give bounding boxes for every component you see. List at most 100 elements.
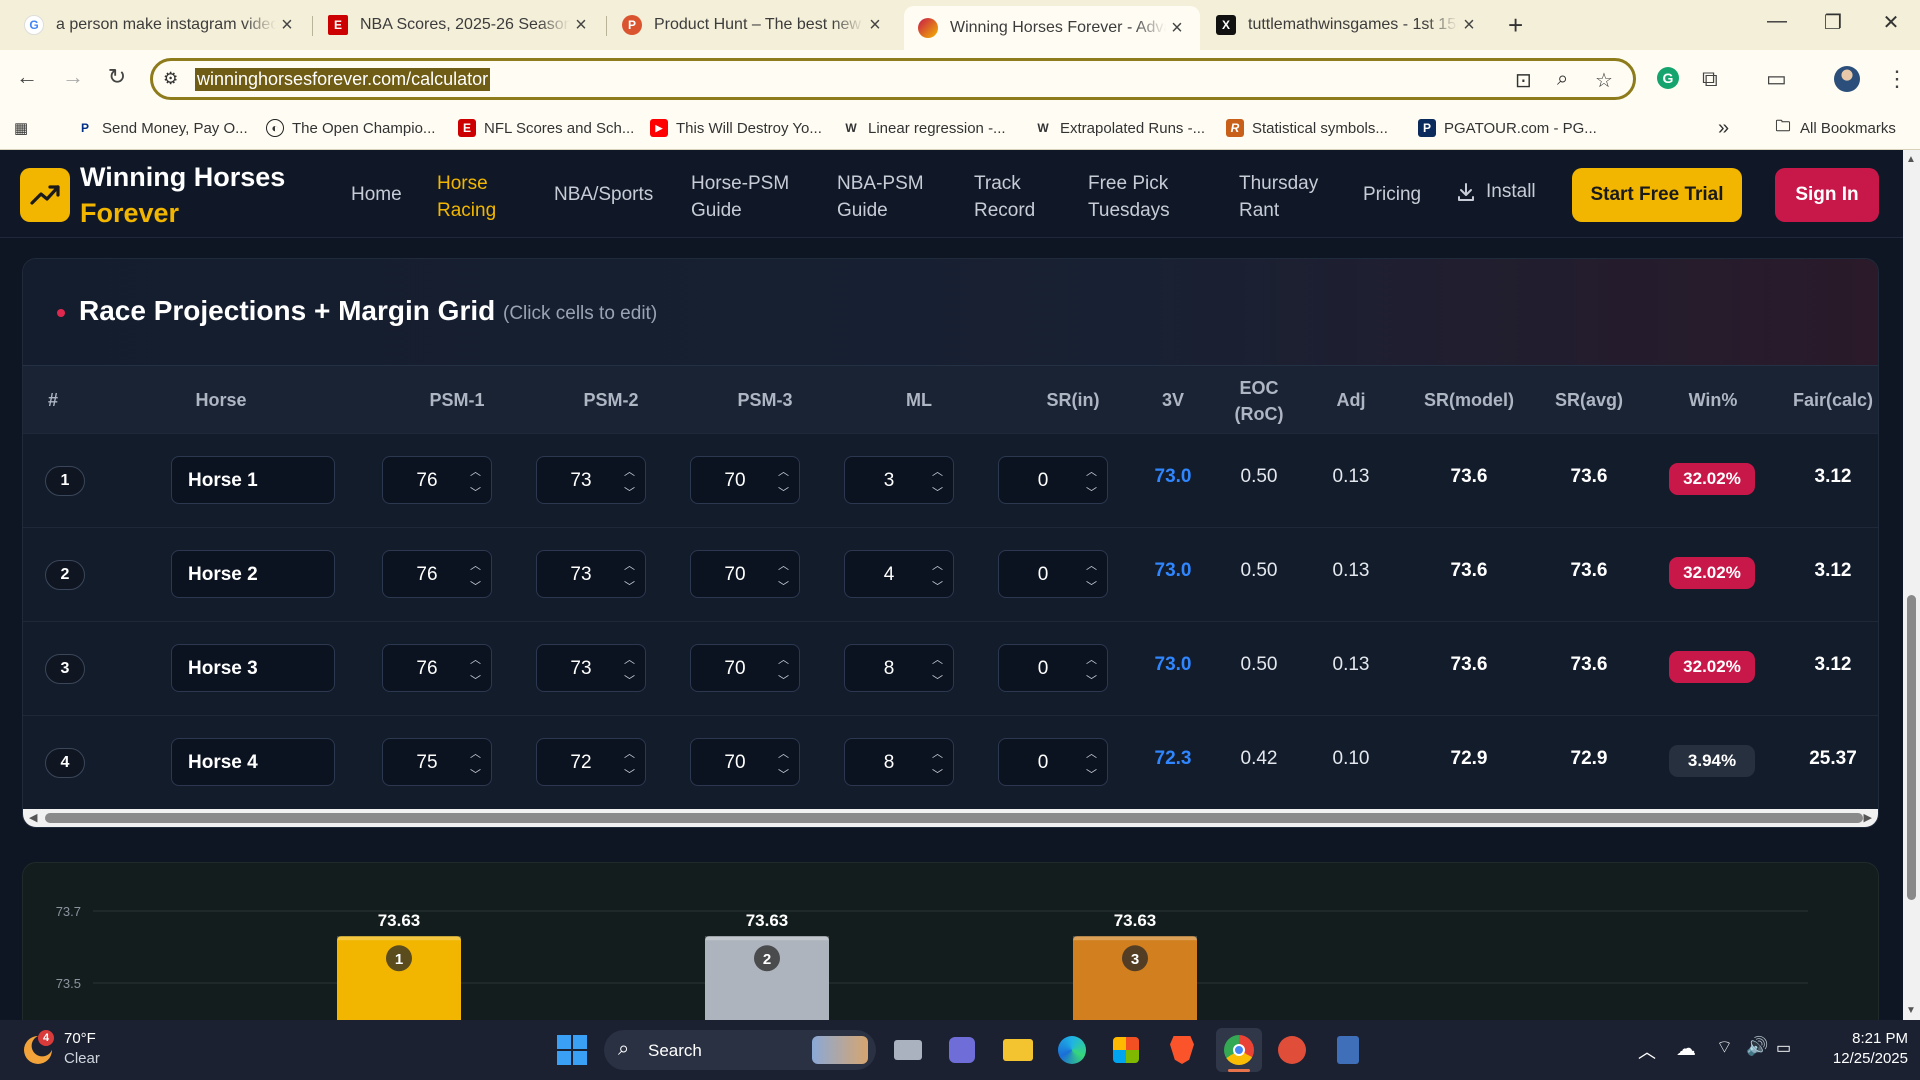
office-icon[interactable]	[1276, 1034, 1308, 1066]
chevron-down-icon[interactable]: ﹀	[624, 766, 635, 782]
browser-tab[interactable]: G a person make instagram video ×	[10, 8, 310, 42]
chevron-down-icon[interactable]: ﹀	[932, 578, 943, 594]
table-horizontal-scrollbar[interactable]: ◀ ▶	[23, 809, 1878, 827]
chevron-up-icon[interactable]: ︿	[778, 463, 789, 479]
srin-value[interactable]: 0	[999, 658, 1087, 680]
psm1-value[interactable]: 76	[383, 658, 471, 680]
chevron-up-icon[interactable]: ︿	[778, 745, 789, 761]
store-icon[interactable]	[1110, 1034, 1142, 1066]
chevron-up-icon[interactable]: ︿	[624, 745, 635, 761]
psm1-value[interactable]: 75	[383, 752, 471, 774]
chevron-down-icon[interactable]: ﹀	[1086, 578, 1097, 594]
psm3-value[interactable]: 70	[691, 470, 779, 492]
psm3-stepper[interactable]: 70 ︿ ﹀	[690, 738, 800, 786]
close-tab-icon[interactable]: ×	[276, 14, 298, 37]
close-tab-icon[interactable]: ×	[570, 14, 592, 37]
zoom-icon[interactable]: ⌕	[1557, 68, 1568, 91]
ml-value[interactable]: 8	[845, 752, 933, 774]
apps-icon[interactable]: ▦	[14, 114, 28, 142]
scroll-right-icon[interactable]: ▶	[1864, 811, 1872, 824]
srin-value[interactable]: 0	[999, 752, 1087, 774]
bookmark-item[interactable]: P PGATOUR.com - PG...	[1418, 114, 1597, 142]
nav-thursday-rant[interactable]: Thursday Rant	[1239, 170, 1318, 224]
ml-stepper[interactable]: 4 ︿ ﹀	[844, 550, 954, 598]
start-free-trial-button[interactable]: Start Free Trial	[1572, 168, 1742, 222]
install-app-icon[interactable]: ⊡	[1515, 68, 1532, 93]
chevron-down-icon[interactable]: ﹀	[778, 484, 789, 500]
weather-temp[interactable]: 70°F	[64, 1030, 96, 1047]
tab-search-icon[interactable]: ▭	[1766, 66, 1787, 92]
bookmark-item[interactable]: W Linear regression -...	[842, 114, 1005, 142]
scroll-left-icon[interactable]: ◀	[29, 811, 37, 824]
close-tab-icon[interactable]: ×	[1166, 17, 1188, 40]
srin-stepper[interactable]: 0 ︿ ﹀	[998, 456, 1108, 504]
srin-value[interactable]: 0	[999, 564, 1087, 586]
chevron-up-icon[interactable]: ︿	[932, 557, 943, 573]
windows-start-icon[interactable]	[556, 1034, 588, 1066]
psm3-value[interactable]: 70	[691, 658, 779, 680]
chevron-down-icon[interactable]: ﹀	[932, 766, 943, 782]
clock-date[interactable]: 12/25/2025	[1800, 1050, 1908, 1067]
bookmark-item[interactable]: ▶ This Will Destroy Yo...	[650, 114, 822, 142]
psm3-value[interactable]: 70	[691, 752, 779, 774]
horse-name-input[interactable]: Horse 4	[171, 738, 335, 786]
minimize-icon[interactable]: —	[1762, 10, 1792, 33]
chevron-down-icon[interactable]: ﹀	[1086, 766, 1097, 782]
chevron-up-icon[interactable]: ︿	[1638, 1038, 1656, 1064]
weather-desc[interactable]: Clear	[64, 1050, 100, 1067]
psm1-stepper[interactable]: 75 ︿ ﹀	[382, 738, 492, 786]
calculator-icon[interactable]	[1332, 1034, 1364, 1066]
chevron-up-icon[interactable]: ︿	[932, 463, 943, 479]
chevron-down-icon[interactable]: ﹀	[624, 484, 635, 500]
task-view-icon[interactable]	[892, 1034, 924, 1066]
srin-stepper[interactable]: 0 ︿ ﹀	[998, 550, 1108, 598]
edge-icon[interactable]	[1056, 1034, 1088, 1066]
ml-stepper[interactable]: 3 ︿ ﹀	[844, 456, 954, 504]
scroll-thumb[interactable]	[1907, 595, 1916, 900]
chevron-down-icon[interactable]: ﹀	[470, 766, 481, 782]
horse-name-input[interactable]: Horse 1	[171, 456, 335, 504]
psm1-stepper[interactable]: 76 ︿ ﹀	[382, 550, 492, 598]
nav-nba-psm-guide[interactable]: NBA-PSM Guide	[837, 170, 924, 224]
chevron-up-icon[interactable]: ︿	[1086, 557, 1097, 573]
nav-horse-psm-guide[interactable]: Horse-PSM Guide	[691, 170, 789, 224]
avatar[interactable]	[1834, 66, 1860, 92]
chevron-down-icon[interactable]: ﹀	[778, 578, 789, 594]
chrome-icon[interactable]	[1216, 1028, 1262, 1072]
chevron-down-icon[interactable]: ﹀	[470, 484, 481, 500]
brave-icon[interactable]	[1166, 1034, 1198, 1066]
wifi-icon[interactable]: ⌔	[1716, 1036, 1733, 1059]
onedrive-icon[interactable]: ☁	[1676, 1036, 1696, 1061]
menu-icon[interactable]: ⋮	[1886, 66, 1908, 92]
close-window-icon[interactable]: ✕	[1876, 10, 1906, 35]
chevron-up-icon[interactable]: ︿	[470, 651, 481, 667]
psm2-stepper[interactable]: 73 ︿ ﹀	[536, 456, 646, 504]
nav-track-record[interactable]: Track Record	[974, 170, 1035, 224]
horse-name-input[interactable]: Horse 2	[171, 550, 335, 598]
chevron-up-icon[interactable]: ︿	[624, 651, 635, 667]
chevron-down-icon[interactable]: ﹀	[470, 672, 481, 688]
address-bar[interactable]: ⚙ winninghorsesforever.com/calculator ⊡ …	[150, 58, 1636, 100]
taskbar-search[interactable]: ⌕ Search	[604, 1030, 876, 1070]
site-settings-icon[interactable]: ⚙	[163, 69, 178, 89]
psm2-stepper[interactable]: 72 ︿ ﹀	[536, 738, 646, 786]
nav-free-pick-tuesdays[interactable]: Free Pick Tuesdays	[1088, 170, 1170, 224]
chevron-up-icon[interactable]: ︿	[624, 557, 635, 573]
scroll-down-icon[interactable]: ▼	[1906, 1005, 1916, 1016]
chevron-down-icon[interactable]: ﹀	[932, 672, 943, 688]
ml-value[interactable]: 4	[845, 564, 933, 586]
extensions-icon[interactable]: ⧉	[1702, 66, 1718, 92]
psm2-value[interactable]: 72	[537, 752, 625, 774]
chevron-down-icon[interactable]: ﹀	[778, 672, 789, 688]
browser-tab[interactable]: P Product Hunt – The best new p ×	[608, 8, 898, 42]
chevron-up-icon[interactable]: ︿	[932, 651, 943, 667]
all-bookmarks-button[interactable]: 🗀 All Bookmarks	[1774, 114, 1895, 142]
sign-in-button[interactable]: Sign In	[1775, 168, 1879, 222]
chevron-up-icon[interactable]: ︿	[470, 745, 481, 761]
scroll-up-icon[interactable]: ▲	[1906, 154, 1916, 165]
install-button[interactable]: Install	[1456, 181, 1536, 203]
nav-home[interactable]: Home	[351, 181, 402, 208]
battery-icon[interactable]: ▭	[1776, 1038, 1791, 1058]
browser-tab[interactable]: E NBA Scores, 2025-26 Season - E ×	[314, 8, 604, 42]
logo[interactable]	[20, 168, 70, 222]
